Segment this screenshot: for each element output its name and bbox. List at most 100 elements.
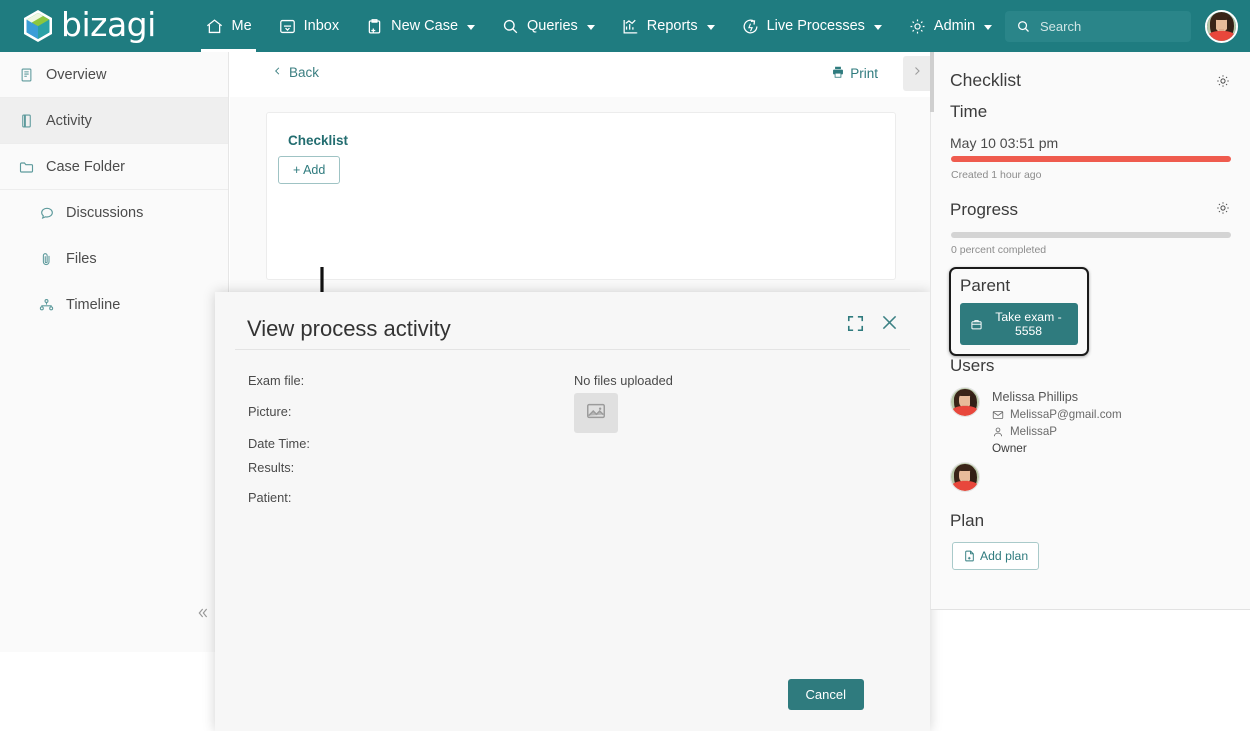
checklist-add-button[interactable]: + Add — [278, 156, 341, 184]
reports-chart-icon — [621, 17, 640, 36]
chevron-down-icon — [706, 24, 715, 30]
global-search[interactable] — [1005, 10, 1191, 42]
sidebar-label-discussions: Discussions — [66, 205, 144, 221]
print-button[interactable]: Print — [831, 65, 878, 82]
modal-expand-button[interactable] — [846, 314, 865, 333]
back-button[interactable]: Back — [272, 65, 319, 80]
next-case-button[interactable] — [903, 56, 930, 91]
bizagi-hexagon-icon — [22, 9, 54, 43]
app-root: bizagi Me Inbox New Case Queries Reports… — [0, 0, 1250, 731]
top-nav-items: Me Inbox New Case Queries Reports Live P… — [192, 0, 1005, 52]
right-panel-scrollbar[interactable] — [930, 52, 934, 112]
chevron-down-icon — [984, 24, 993, 30]
sidebar-item-timeline[interactable]: Timeline — [0, 282, 228, 328]
nav-item-inbox[interactable]: Inbox — [265, 0, 352, 52]
search-input[interactable] — [1040, 18, 1180, 34]
add-plan-label: Add plan — [980, 549, 1029, 563]
sidebar-item-discussions[interactable]: Discussions — [0, 190, 228, 236]
inbox-icon — [278, 17, 297, 36]
user-list-item-2[interactable] — [950, 462, 1230, 492]
nav-item-me[interactable]: Me — [192, 0, 264, 52]
chevron-down-icon — [586, 24, 595, 30]
field-label-patient: Patient: — [248, 490, 292, 505]
search-icon — [501, 17, 520, 36]
chat-bubble-icon — [38, 205, 55, 222]
chevron-right-icon — [911, 64, 923, 83]
bizagi-logo[interactable]: bizagi — [0, 0, 192, 52]
field-label-exam-file: Exam file: — [248, 373, 305, 388]
no-files-uploaded-text: No files uploaded — [574, 373, 673, 388]
time-date-value: May 10 03:51 pm — [950, 135, 1059, 151]
field-label-results: Results: — [248, 460, 295, 475]
user-username: MelissaP — [1010, 425, 1058, 438]
document-add-icon — [963, 549, 976, 563]
sidebar-label-files: Files — [66, 251, 97, 267]
person-icon — [992, 426, 1004, 438]
new-case-icon — [365, 17, 384, 36]
home-icon — [205, 17, 224, 36]
user-list-item-1[interactable]: Melissa Phillips MelissaP@gmail.com Meli… — [950, 387, 1230, 455]
user-avatar-image — [1207, 11, 1236, 41]
printer-icon — [831, 65, 845, 82]
user-role: Owner — [992, 441, 1027, 455]
modal-cancel-button[interactable]: Cancel — [787, 679, 864, 710]
nav-label-queries: Queries — [527, 18, 578, 34]
sidebar-item-activity[interactable]: Activity — [0, 98, 228, 144]
progress-heading: Progress — [950, 200, 1019, 219]
user-email: MelissaP@gmail.com — [1010, 408, 1122, 421]
user-avatar-image — [951, 388, 979, 416]
time-heading: Time — [950, 102, 988, 121]
nav-item-live-processes[interactable]: Live Processes — [728, 0, 895, 52]
modal-close-button[interactable] — [879, 312, 900, 333]
nav-item-reports[interactable]: Reports — [608, 0, 728, 52]
parent-heading: Parent — [960, 276, 1011, 295]
top-navigation-bar: bizagi Me Inbox New Case Queries Reports… — [0, 0, 1250, 52]
sidebar-footer-area — [0, 652, 229, 731]
parent-section-highlight: Parent Take exam - 5558 — [949, 267, 1089, 356]
picture-upload-placeholder[interactable] — [574, 393, 618, 433]
panel-title-checklist: Checklist — [950, 70, 1021, 90]
add-plan-button[interactable]: Add plan — [952, 542, 1040, 570]
left-sidebar: Overview Activity Case Folder Discussion… — [0, 52, 229, 652]
sidebar-item-files[interactable]: Files — [0, 236, 228, 282]
view-process-activity-modal: View process activity Exam file: Picture… — [215, 292, 930, 731]
nav-item-queries[interactable]: Queries — [488, 0, 608, 52]
nav-label-live-processes: Live Processes — [766, 18, 865, 34]
nav-label-inbox: Inbox — [303, 18, 340, 34]
sidebar-label-activity: Activity — [46, 112, 92, 129]
time-created-note: Created 1 hour ago — [951, 169, 1042, 181]
sidebar-collapse-button[interactable] — [193, 606, 211, 624]
activity-icon — [18, 112, 35, 129]
users-heading: Users — [950, 356, 995, 375]
sidebar-label-overview: Overview — [46, 66, 107, 83]
user-avatar-image — [951, 463, 979, 491]
chevron-double-left-icon — [194, 605, 210, 626]
sidebar-item-case-folder[interactable]: Case Folder — [0, 144, 228, 190]
plan-heading: Plan — [950, 511, 985, 530]
parent-case-button[interactable]: Take exam - 5558 — [960, 303, 1078, 345]
sidebar-label-timeline: Timeline — [66, 297, 121, 313]
nav-item-admin[interactable]: Admin — [895, 0, 1005, 52]
progress-bar — [951, 232, 1231, 238]
nav-label-new-case: New Case — [391, 18, 459, 34]
user-name: Melissa Phillips — [992, 390, 1079, 404]
user-username-row: MelissaP — [992, 425, 1122, 438]
parent-case-label: Take exam - 5558 — [995, 310, 1062, 338]
checklist-card-title: Checklist — [288, 133, 349, 148]
time-progress-bar — [951, 156, 1231, 162]
checklist-card: Checklist — [266, 112, 896, 293]
main-toolbar: Back Print — [230, 52, 930, 97]
checklist-gear-icon[interactable] — [1215, 73, 1231, 89]
sidebar-item-overview[interactable]: Overview — [0, 52, 228, 98]
image-placeholder-icon — [584, 400, 608, 427]
back-label: Back — [289, 65, 320, 80]
gear-icon — [908, 17, 927, 36]
nav-item-new-case[interactable]: New Case — [352, 0, 488, 52]
modal-title: View process activity — [247, 316, 451, 341]
nav-label-me: Me — [231, 18, 252, 34]
progress-gear-icon[interactable] — [1215, 200, 1231, 216]
nav-label-reports: Reports — [646, 18, 698, 34]
progress-note: 0 percent completed — [951, 244, 1047, 256]
avatar[interactable] — [1205, 9, 1238, 43]
avatar — [950, 462, 980, 492]
